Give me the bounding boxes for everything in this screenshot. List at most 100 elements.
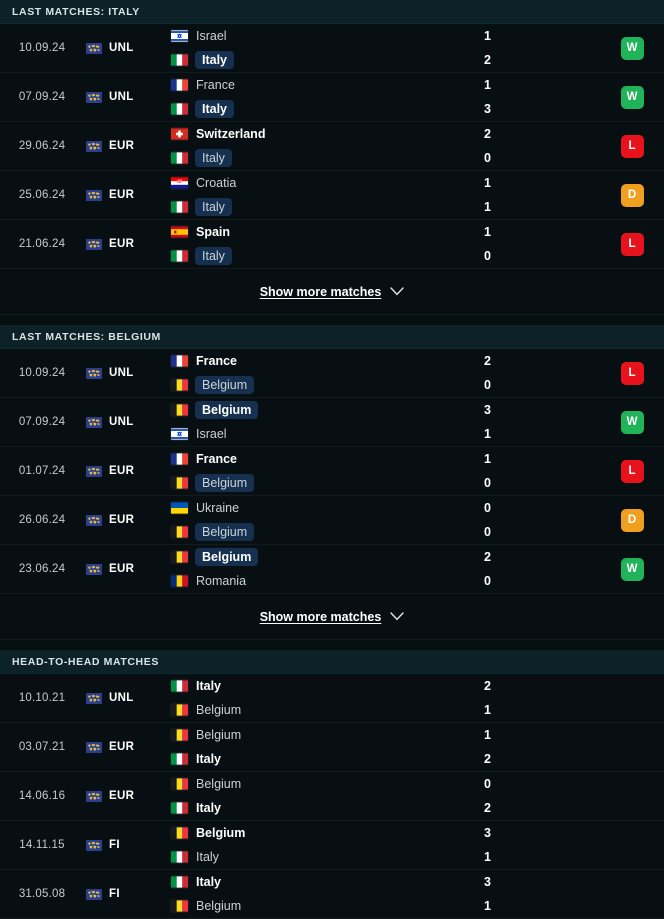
- section-title: HEAD-TO-HEAD MATCHES: [12, 655, 159, 668]
- home-team-row[interactable]: Italy: [171, 874, 480, 891]
- home-team-row[interactable]: Israel: [171, 28, 480, 45]
- flag-italy-icon: [171, 54, 188, 66]
- teams-cell: Belgium Italy: [162, 776, 480, 817]
- away-team-name: Belgium: [195, 523, 255, 541]
- home-team-row[interactable]: Belgium: [171, 727, 480, 744]
- home-team-name: France: [196, 78, 235, 92]
- away-team-name: Italy: [195, 51, 235, 69]
- away-team-row[interactable]: Belgium: [171, 523, 480, 541]
- competition-cell[interactable]: EUR: [84, 465, 162, 477]
- match-row[interactable]: 01.07.24 EUR France Belgium 1 0 L: [0, 447, 664, 496]
- home-team-row[interactable]: Belgium: [171, 776, 480, 793]
- competition-cell[interactable]: UNL: [84, 416, 162, 428]
- match-row[interactable]: 07.09.24 UNL France Italy 1 3 W: [0, 73, 664, 122]
- away-team-row[interactable]: Italy: [171, 149, 480, 167]
- home-team-row[interactable]: Italy: [171, 678, 480, 695]
- match-date: 14.06.16: [18, 790, 66, 802]
- home-team-name: Belgium: [195, 548, 259, 566]
- home-team-row[interactable]: Belgium: [171, 548, 480, 566]
- home-team-name: Belgium: [195, 401, 259, 419]
- competition-cell[interactable]: EUR: [84, 140, 162, 152]
- home-team-row[interactable]: Spain: [171, 224, 480, 241]
- match-row[interactable]: 23.06.24 EUR Belgium Romania 2 0 W: [0, 545, 664, 594]
- away-team-row[interactable]: Belgium: [171, 474, 480, 492]
- away-team-row[interactable]: Israel: [171, 426, 480, 443]
- match-row[interactable]: 14.06.16 EUR Belgium Italy 0 2: [0, 772, 664, 821]
- home-team-row[interactable]: Belgium: [171, 401, 480, 419]
- home-team-row[interactable]: France: [171, 451, 480, 468]
- match-row[interactable]: 29.06.24 EUR Switzerland Italy 2 0 L: [0, 122, 664, 171]
- match-row[interactable]: 25.06.24 EUR Croatia Italy 1 1 D: [0, 171, 664, 220]
- match-row[interactable]: 10.09.24 UNL France Belgium 2 0 L: [0, 349, 664, 398]
- away-team-name: Italy: [196, 850, 219, 864]
- flag-italy-icon: [171, 802, 188, 814]
- away-team-row[interactable]: Italy: [171, 198, 480, 216]
- show-more-matches-button[interactable]: Show more matches: [0, 594, 664, 640]
- home-team-name: France: [196, 452, 237, 466]
- result-cell: D: [600, 183, 664, 207]
- away-team-row[interactable]: Italy: [171, 247, 480, 265]
- away-team-row[interactable]: Italy: [171, 849, 480, 866]
- away-team-name: Italy: [195, 247, 232, 265]
- competition-cell[interactable]: EUR: [84, 563, 162, 575]
- match-row[interactable]: 21.06.24 EUR Spain Italy 1 0 L: [0, 220, 664, 269]
- away-score: 1: [484, 849, 491, 864]
- away-team-row[interactable]: Italy: [171, 751, 480, 768]
- match-date: 07.09.24: [18, 91, 66, 103]
- score-cell: 12: [480, 28, 600, 69]
- section-header-head-to-head-matches: HEAD-TO-HEAD MATCHES: [0, 650, 664, 674]
- away-team-row[interactable]: Italy: [171, 800, 480, 817]
- eur-logo-icon: [86, 741, 102, 753]
- show-more-matches-button[interactable]: Show more matches: [0, 269, 664, 315]
- competition-cell[interactable]: EUR: [84, 790, 162, 802]
- competition-cell[interactable]: UNL: [84, 367, 162, 379]
- match-row[interactable]: 31.05.08 FI Italy Belgium 3 1: [0, 870, 664, 919]
- competition-cell[interactable]: EUR: [84, 741, 162, 753]
- competition-cell[interactable]: UNL: [84, 42, 162, 54]
- match-row[interactable]: 14.11.15 FI Belgium Italy 3 1: [0, 821, 664, 870]
- away-team-row[interactable]: Italy: [171, 51, 480, 69]
- competition-cell[interactable]: EUR: [84, 189, 162, 201]
- match-row[interactable]: 10.10.21 UNL Italy Belgium 2 1: [0, 674, 664, 723]
- match-list: 10.09.24 UNL Israel Italy 1 2 W 07.09.24 UNL Fran…: [0, 24, 664, 269]
- result-cell: L: [600, 134, 664, 158]
- flag-israel-icon: [171, 30, 188, 42]
- match-row[interactable]: 07.09.24 UNL Belgium Israel 3 1 W: [0, 398, 664, 447]
- away-team-name: Italy: [195, 198, 232, 216]
- home-team-row[interactable]: Ukraine: [171, 500, 480, 517]
- home-team-row[interactable]: Croatia: [171, 175, 480, 192]
- away-team-name: Italy: [195, 100, 235, 118]
- match-row[interactable]: 03.07.21 EUR Belgium Italy 1 2: [0, 723, 664, 772]
- home-team-row[interactable]: France: [171, 77, 480, 94]
- competition-code: UNL: [109, 91, 134, 103]
- away-team-name: Belgium: [196, 703, 242, 717]
- result-cell: L: [600, 232, 664, 256]
- away-score: 1: [484, 199, 491, 214]
- away-team-row[interactable]: Belgium: [171, 898, 480, 915]
- home-team-row[interactable]: Belgium: [171, 825, 480, 842]
- home-team-row[interactable]: France: [171, 353, 480, 370]
- away-team-row[interactable]: Romania: [171, 573, 480, 590]
- competition-code: EUR: [109, 563, 135, 575]
- flag-france-icon: [171, 79, 188, 91]
- eur-logo-icon: [86, 189, 102, 201]
- competition-cell[interactable]: UNL: [84, 692, 162, 704]
- section-spacer: [0, 315, 664, 325]
- flag-switzerland-icon: [171, 128, 188, 140]
- teams-cell: Israel Italy: [162, 28, 480, 69]
- home-team-row[interactable]: Switzerland: [171, 126, 480, 143]
- competition-cell[interactable]: FI: [84, 839, 162, 851]
- match-row[interactable]: 26.06.24 EUR Ukraine Belgium 0 0 D: [0, 496, 664, 545]
- competition-cell[interactable]: FI: [84, 888, 162, 900]
- competition-code: UNL: [109, 416, 134, 428]
- flag-italy-icon: [171, 201, 188, 213]
- competition-cell[interactable]: EUR: [84, 238, 162, 250]
- away-team-row[interactable]: Italy: [171, 100, 480, 118]
- home-score: 0: [484, 500, 491, 515]
- match-row[interactable]: 10.09.24 UNL Israel Italy 1 2 W: [0, 24, 664, 73]
- away-team-row[interactable]: Belgium: [171, 376, 480, 394]
- competition-cell[interactable]: UNL: [84, 91, 162, 103]
- competition-cell[interactable]: EUR: [84, 514, 162, 526]
- away-team-row[interactable]: Belgium: [171, 702, 480, 719]
- home-team-name: Spain: [196, 225, 231, 239]
